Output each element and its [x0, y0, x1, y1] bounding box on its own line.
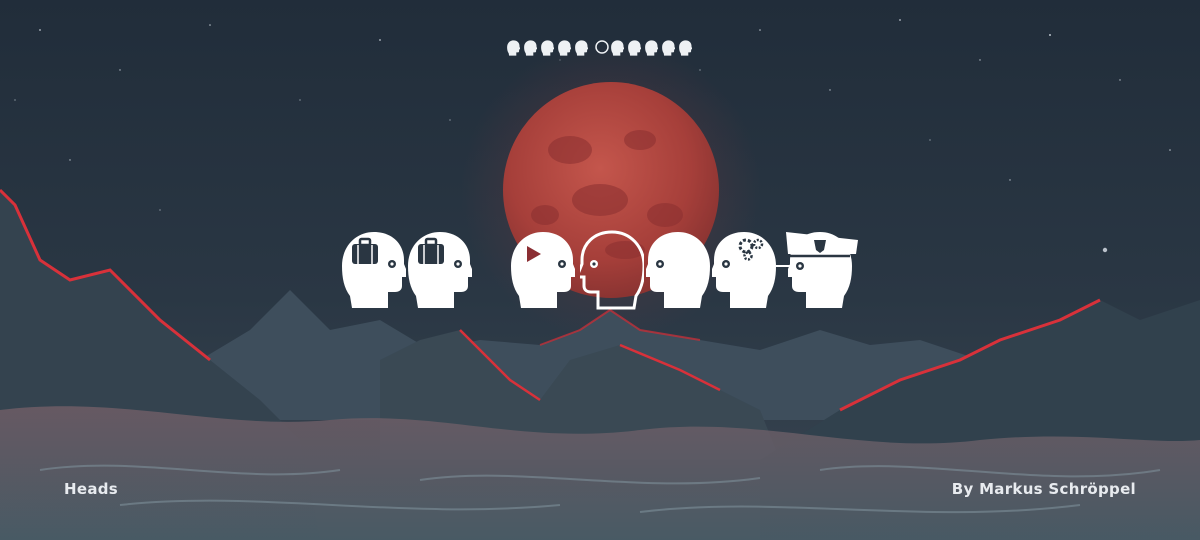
font-name-label: Heads	[64, 480, 119, 498]
font-author-credit: By Markus Schröppel	[951, 480, 1136, 498]
poster-scene	[0, 0, 1200, 540]
